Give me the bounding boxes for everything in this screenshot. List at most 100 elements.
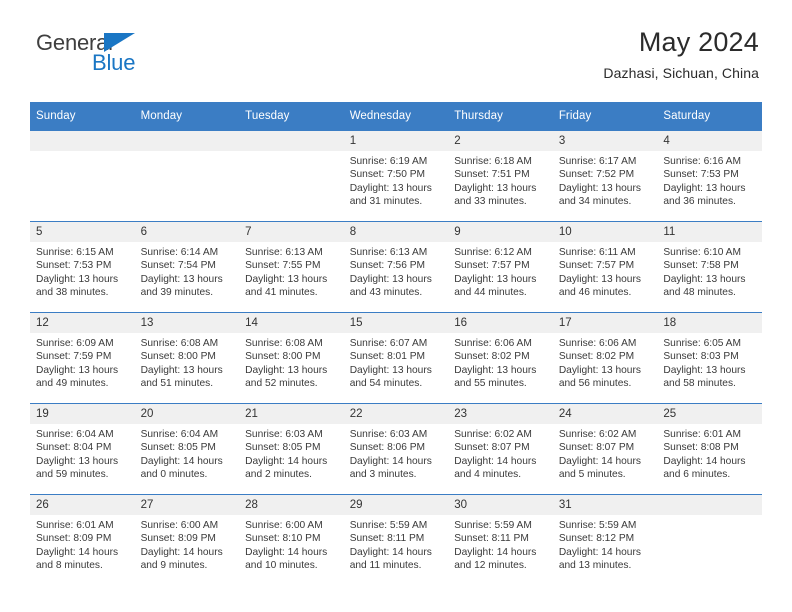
sunset-time: Sunset: 7:54 PM (140, 260, 216, 272)
day-cell[interactable]: 31 Sunrise: 5:59 AM Sunset: 8:12 PM Dayligh… (552, 494, 658, 585)
daylight-line-1: Daylight: 14 hours (245, 546, 328, 558)
calendar-body: 1 Sunrise: 6:19 AM Sunset: 7:50 PM Daylight… (30, 130, 762, 585)
day-number (134, 131, 240, 151)
sunset-time: Sunset: 8:05 PM (245, 442, 321, 454)
day-cell[interactable]: 20 Sunrise: 6:04 AM Sunset: 8:05 PM Dayligh… (134, 403, 240, 495)
sunrise-time: Sunrise: 6:15 AM (36, 247, 114, 258)
day-cell[interactable]: 18 Sunrise: 6:05 AM Sunset: 8:03 PM Dayligh… (657, 312, 762, 404)
daylight-line-2: and 36 minutes. (663, 195, 736, 207)
day-cell[interactable]: 9 Sunrise: 6:12 AM Sunset: 7:57 PM Daylight… (448, 221, 553, 313)
daylight-line-1: Daylight: 13 hours (349, 273, 432, 285)
sunrise-time: Sunrise: 6:04 AM (36, 429, 114, 440)
location-subtitle: Dazhasi, Sichuan, China (603, 65, 759, 82)
day-details: Sunrise: 6:03 AM Sunset: 8:06 PM Daylight:… (344, 424, 449, 481)
day-cell[interactable]: 2 Sunrise: 6:18 AM Sunset: 7:51 PM Daylight… (448, 130, 553, 222)
day-cell[interactable]: 10 Sunrise: 6:11 AM Sunset: 7:57 PM Dayligh… (552, 221, 658, 313)
daylight-line-1: Daylight: 13 hours (349, 364, 432, 376)
daylight-line-2: and 3 minutes. (349, 468, 417, 480)
day-number: 24 (552, 404, 658, 424)
day-cell[interactable]: 29 Sunrise: 5:59 AM Sunset: 8:11 PM Dayligh… (343, 494, 449, 585)
day-number: 18 (657, 313, 762, 333)
daylight-line-1: Daylight: 13 hours (558, 182, 641, 194)
sunset-time: Sunset: 8:09 PM (36, 533, 112, 545)
day-details: Sunrise: 6:06 AM Sunset: 8:02 PM Daylight:… (448, 333, 553, 390)
daylight-line-1: Daylight: 13 hours (349, 182, 432, 194)
day-number: 10 (552, 222, 658, 242)
day-number: 8 (343, 222, 449, 242)
day-cell[interactable]: 19 Sunrise: 6:04 AM Sunset: 8:04 PM Dayligh… (30, 403, 135, 495)
day-cell[interactable]: 16 Sunrise: 6:06 AM Sunset: 8:02 PM Dayligh… (448, 312, 553, 404)
daylight-line-1: Daylight: 14 hours (558, 455, 641, 467)
day-cell[interactable]: 27 Sunrise: 6:00 AM Sunset: 8:09 PM Dayligh… (134, 494, 240, 585)
sunset-time: Sunset: 7:57 PM (558, 260, 635, 272)
day-cell[interactable]: 13 Sunrise: 6:08 AM Sunset: 8:00 PM Dayligh… (134, 312, 240, 404)
day-number: 21 (239, 404, 344, 424)
logo-text-blue: Blue (92, 50, 136, 75)
general-blue-logo[interactable]: General Blue (30, 28, 170, 80)
day-cell[interactable]: 28 Sunrise: 6:00 AM Sunset: 8:10 PM Dayligh… (239, 494, 344, 585)
daylight-line-1: Daylight: 13 hours (36, 273, 119, 285)
sunrise-time: Sunrise: 6:07 AM (349, 338, 428, 349)
day-cell[interactable]: 14 Sunrise: 6:08 AM Sunset: 8:00 PM Dayligh… (239, 312, 344, 404)
day-cell-empty (239, 130, 344, 222)
sunset-time: Sunset: 8:12 PM (558, 533, 635, 545)
day-cell[interactable]: 30 Sunrise: 5:59 AM Sunset: 8:11 PM Dayligh… (448, 494, 553, 585)
daylight-line-2: and 34 minutes. (558, 195, 632, 207)
daylight-line-2: and 54 minutes. (349, 377, 423, 389)
day-cell-empty (134, 130, 240, 222)
day-details: Sunrise: 6:07 AM Sunset: 8:01 PM Daylight:… (344, 333, 449, 390)
sunset-time: Sunset: 7:51 PM (454, 169, 530, 181)
day-cell[interactable]: 17 Sunrise: 6:06 AM Sunset: 8:02 PM Dayligh… (552, 312, 658, 404)
calendar-table: Sunday Monday Tuesday Wednesday Thursday… (30, 102, 762, 585)
day-cell[interactable]: 6 Sunrise: 6:14 AM Sunset: 7:54 PM Daylight… (134, 221, 240, 313)
day-number: 23 (448, 404, 553, 424)
day-cell[interactable]: 24 Sunrise: 6:02 AM Sunset: 8:07 PM Dayligh… (552, 403, 658, 495)
sunset-time: Sunset: 7:56 PM (349, 260, 426, 272)
day-cell[interactable]: 23 Sunrise: 6:02 AM Sunset: 8:07 PM Dayligh… (448, 403, 553, 495)
day-number (657, 495, 762, 515)
day-cell[interactable]: 15 Sunrise: 6:07 AM Sunset: 8:01 PM Dayligh… (343, 312, 449, 404)
day-cell[interactable]: 22 Sunrise: 6:03 AM Sunset: 8:06 PM Dayligh… (343, 403, 449, 495)
day-cell[interactable]: 11 Sunrise: 6:10 AM Sunset: 7:58 PM Dayligh… (657, 221, 762, 313)
daylight-line-2: and 8 minutes. (36, 559, 103, 571)
day-number: 25 (657, 404, 762, 424)
day-cell[interactable]: 7 Sunrise: 6:13 AM Sunset: 7:55 PM Daylight… (239, 221, 344, 313)
day-number: 7 (239, 222, 344, 242)
sunrise-time: Sunrise: 6:14 AM (140, 247, 219, 258)
day-cell[interactable]: 8 Sunrise: 6:13 AM Sunset: 7:56 PM Daylight… (343, 221, 449, 313)
weekday-header-friday: Friday (552, 102, 658, 131)
sunset-time: Sunset: 8:02 PM (558, 351, 635, 363)
daylight-line-2: and 48 minutes. (663, 286, 736, 298)
day-number: 12 (30, 313, 135, 333)
day-details: Sunrise: 6:04 AM Sunset: 8:04 PM Daylight:… (30, 424, 135, 481)
day-details: Sunrise: 6:12 AM Sunset: 7:57 PM Daylight:… (448, 242, 553, 299)
sunrise-time: Sunrise: 6:13 AM (245, 247, 323, 258)
daylight-line-2: and 9 minutes. (140, 559, 208, 571)
weekday-header-wednesday: Wednesday (343, 102, 449, 131)
day-cell[interactable]: 25 Sunrise: 6:01 AM Sunset: 8:08 PM Dayligh… (657, 403, 762, 495)
daylight-line-2: and 39 minutes. (140, 286, 214, 298)
sunrise-time: Sunrise: 6:18 AM (454, 156, 532, 167)
day-cell[interactable]: 1 Sunrise: 6:19 AM Sunset: 7:50 PM Daylight… (343, 130, 449, 222)
day-cell[interactable]: 4 Sunrise: 6:16 AM Sunset: 7:53 PM Daylight… (657, 130, 762, 222)
daylight-line-1: Daylight: 13 hours (663, 364, 746, 376)
sunset-time: Sunset: 7:58 PM (663, 260, 739, 272)
day-cell[interactable]: 12 Sunrise: 6:09 AM Sunset: 7:59 PM Dayligh… (30, 312, 135, 404)
sunrise-time: Sunrise: 6:00 AM (140, 520, 219, 531)
daylight-line-1: Daylight: 13 hours (36, 455, 119, 467)
day-cell[interactable]: 5 Sunrise: 6:15 AM Sunset: 7:53 PM Daylight… (30, 221, 135, 313)
daylight-line-2: and 55 minutes. (454, 377, 527, 389)
day-number: 5 (30, 222, 135, 242)
day-details: Sunrise: 6:02 AM Sunset: 8:07 PM Daylight:… (553, 424, 658, 481)
day-number: 29 (343, 495, 449, 515)
day-number: 13 (134, 313, 240, 333)
sunrise-time: Sunrise: 5:59 AM (558, 520, 637, 531)
day-cell[interactable]: 26 Sunrise: 6:01 AM Sunset: 8:09 PM Dayligh… (30, 494, 135, 585)
day-details: Sunrise: 6:19 AM Sunset: 7:50 PM Daylight:… (344, 151, 449, 208)
day-cell[interactable]: 3 Sunrise: 6:17 AM Sunset: 7:52 PM Daylight… (552, 130, 658, 222)
daylight-line-2: and 56 minutes. (558, 377, 632, 389)
daylight-line-2: and 46 minutes. (558, 286, 632, 298)
day-cell[interactable]: 21 Sunrise: 6:03 AM Sunset: 8:05 PM Dayligh… (239, 403, 344, 495)
daylight-line-1: Daylight: 14 hours (140, 455, 223, 467)
sunset-time: Sunset: 7:59 PM (36, 351, 112, 363)
